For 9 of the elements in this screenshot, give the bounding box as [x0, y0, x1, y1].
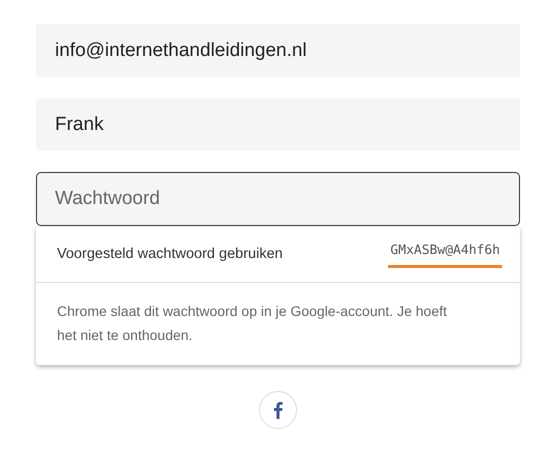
facebook-icon — [273, 401, 283, 419]
input-field[interactable]: Frank — [36, 98, 520, 151]
facebook-button[interactable] — [259, 391, 297, 429]
info-text: Chrome slaat dit wachtwoord op in je Google-account. Je hoeft het niet te onthouden. — [56, 302, 448, 345]
input-field[interactable]: Wachtwoord — [36, 172, 520, 226]
suggestion-label: Voorgesteld wachtwoord gebruiken — [57, 244, 283, 264]
input-field[interactable]: info@internethandleidingen.nl — [36, 24, 520, 77]
suggested-password: GMxASBw@A4hf6h — [388, 241, 502, 268]
suggestion-row[interactable]: Voorgesteld wachtwoord gebruiken GMxASBw@A4hf6h — [36, 227, 520, 283]
